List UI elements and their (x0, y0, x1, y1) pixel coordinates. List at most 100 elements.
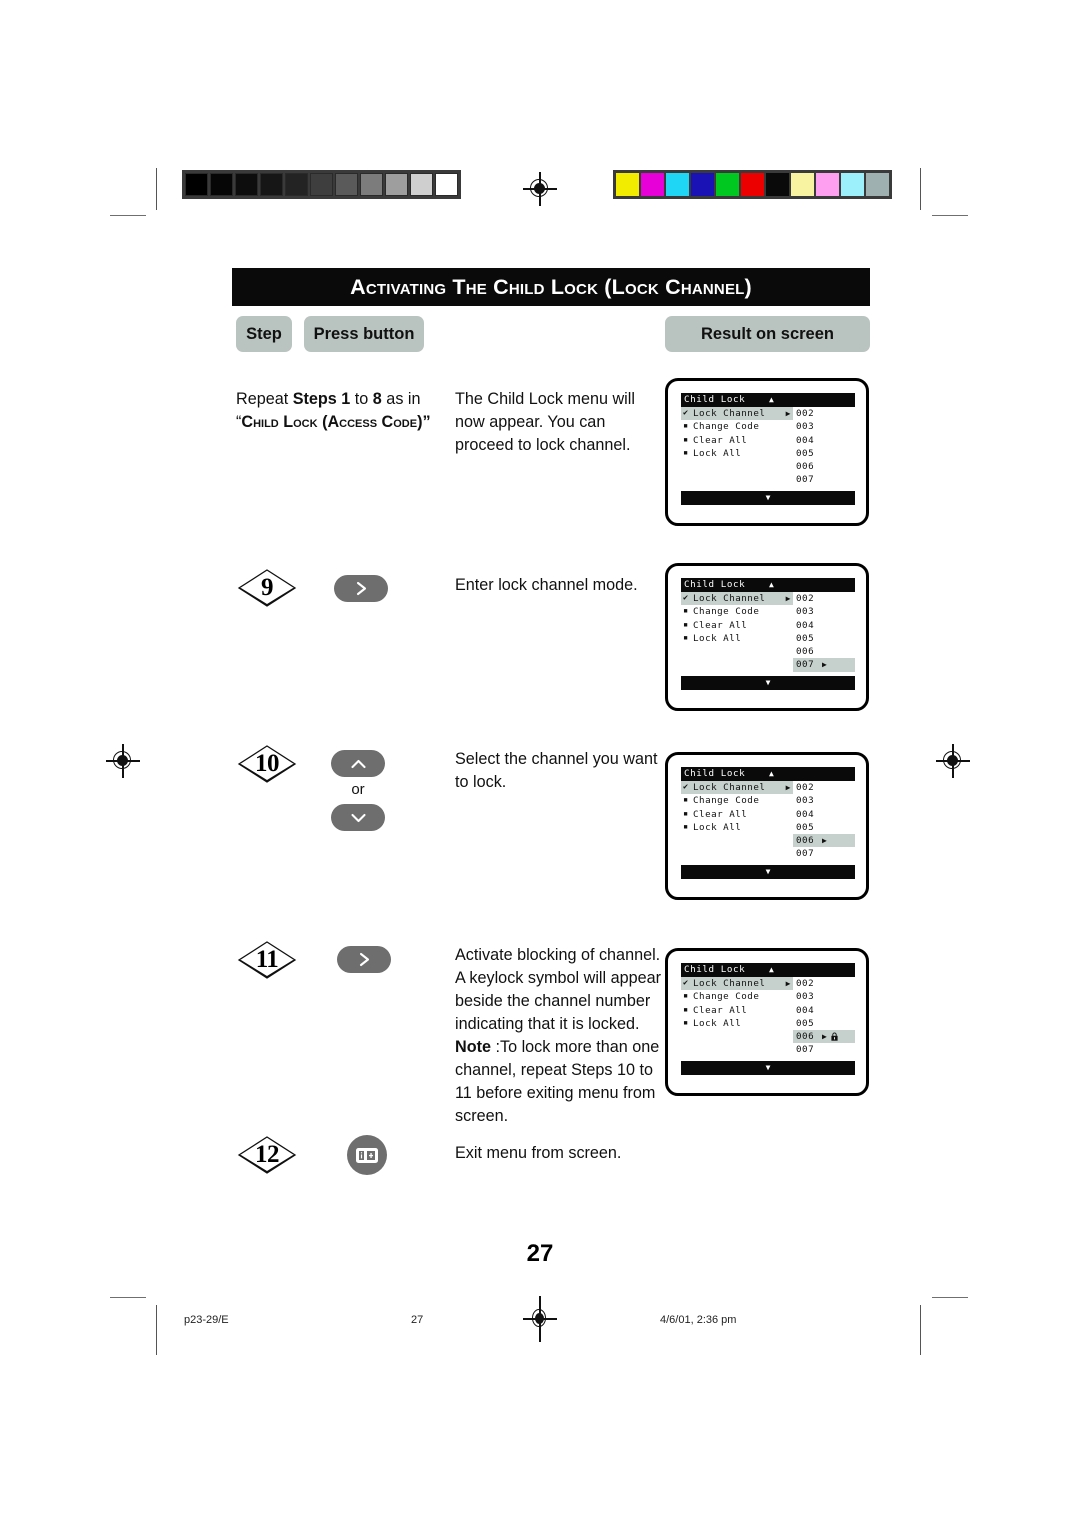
column-header-press-button: Press button (304, 316, 424, 352)
crop-mark-bottom-right (932, 1297, 968, 1298)
osd-channel-column: 002 003 004 005 006 007 (793, 407, 855, 487)
osd-menu-item-1[interactable]: ▪ Change Code (681, 420, 793, 433)
osd-menu-item-2[interactable]: ▪ Clear All (681, 434, 793, 447)
osd-menu-item-0[interactable]: ✔ Lock Channel ▶ (681, 977, 793, 991)
osd-menu-item-1[interactable]: ▪ Change Code (681, 605, 793, 618)
button-chevron-down-step10[interactable] (331, 804, 385, 831)
osd-channel-item-3[interactable]: 005 (793, 632, 855, 645)
osd-channel-item-1[interactable]: 003 (793, 420, 855, 433)
registration-mark-left (106, 744, 140, 778)
gray-swatch-1 (210, 173, 233, 196)
osd-menu-item-1[interactable]: ▪ Change Code (681, 794, 793, 807)
osd-channel-item-2[interactable]: 004 (793, 434, 855, 447)
osd-channel-item-2[interactable]: 004 (793, 619, 855, 632)
osd-menu-item-3[interactable]: ▪ Lock All (681, 632, 793, 645)
osd-menu-item-3[interactable]: ▪ Lock All (681, 1017, 793, 1030)
chevron-right-icon (359, 952, 369, 967)
osd-channel-item-0[interactable]: 002 (793, 407, 855, 420)
osd-title-text: Child Lock (684, 964, 746, 976)
osd-channel-item-5[interactable]: 007 (793, 1043, 855, 1056)
osd-channel-item-3[interactable]: 005 (793, 447, 855, 460)
step-badge-12: 12 (236, 1135, 298, 1175)
osd-channel-item-3[interactable]: 005 (793, 1017, 855, 1030)
osd-channel-number: 002 (796, 593, 815, 604)
osd-title-bar: Child Lock ▲ (681, 578, 855, 592)
color-swatch-7 (791, 173, 814, 196)
gray-swatch-5 (310, 173, 333, 196)
row-3-note-label: Note (455, 1038, 491, 1056)
page-title-bar: Activating the Child Lock (Lock Channel) (232, 268, 870, 306)
step-number-9: 9 (261, 574, 274, 601)
osd-menu-item-2[interactable]: ▪ Clear All (681, 619, 793, 632)
gray-swatch-10 (435, 173, 458, 196)
osd-channel-item-5[interactable]: 007 (793, 473, 855, 486)
osd-channel-item-4[interactable]: 006 (793, 460, 855, 473)
osd-menu-item-3[interactable]: ▪ Lock All (681, 447, 793, 460)
bullet-icon: ▪ (683, 795, 689, 806)
osd-menu-item-0[interactable]: ✔ Lock Channel ▶ (681, 781, 793, 795)
bullet-icon: ▪ (683, 1004, 689, 1015)
osd-menu-item-0[interactable]: ✔ Lock Channel ▶ (681, 407, 793, 421)
bullet-icon: ▪ (683, 991, 689, 1002)
button-menu-exit-step12[interactable] (347, 1135, 387, 1175)
osd-title-text: Child Lock (684, 394, 746, 406)
osd-channel-number: 006 (796, 646, 815, 658)
color-swatch-0 (616, 173, 639, 196)
check-icon: ✔ (683, 782, 689, 792)
osd-channel-item-3[interactable]: 005 (793, 821, 855, 834)
gray-swatch-4 (285, 173, 308, 196)
row-3-osd: Child Lock ▲ ✔ Lock Channel ▶ ▪ Change Code ▪ Cl… (681, 963, 855, 1075)
gray-swatch-2 (235, 173, 258, 196)
check-icon: ✔ (683, 593, 689, 603)
row-3-tv-screen: Child Lock ▲ ✔ Lock Channel ▶ ▪ Change Code ▪ Cl… (665, 948, 869, 1096)
osd-channel-item-2[interactable]: 004 (793, 1004, 855, 1017)
osd-menu-item-0[interactable]: ✔ Lock Channel ▶ (681, 592, 793, 606)
padlock-icon (831, 1032, 838, 1042)
step-number-10: 10 (255, 750, 280, 777)
chevron-down-icon (350, 813, 366, 822)
page-title: Activating the Child Lock (Lock Channel) (350, 274, 752, 299)
registration-mark-bottom-center (523, 1296, 557, 1342)
row-3-description: Activate blocking of channel. A keylock … (455, 944, 667, 1128)
osd-channel-item-4[interactable]: 006 (793, 645, 855, 658)
osd-channel-column: 002 003 004 005 006 ▶ 007 (793, 977, 855, 1057)
osd-menu-item-2[interactable]: ▪ Clear All (681, 1004, 793, 1017)
osd-title-text: Child Lock (684, 768, 746, 780)
osd-channel-number: 005 (796, 447, 815, 459)
osd-channel-item-5[interactable]: 007 ▶ (793, 658, 855, 672)
button-or-label: or (351, 781, 365, 798)
osd-channel-item-2[interactable]: 004 (793, 808, 855, 821)
osd-channel-item-0[interactable]: 002 (793, 592, 855, 605)
arrow-right-icon: ▶ (785, 979, 791, 988)
osd-channel-item-1[interactable]: 003 (793, 990, 855, 1003)
column-header-result: Result on screen (665, 316, 870, 352)
row-0-osd: Child Lock ▲ ✔ Lock Channel ▶ ▪ Change Code ▪ Cl… (681, 393, 855, 505)
button-chevron-right-step9[interactable] (334, 575, 388, 602)
osd-scroll-down-icon: ▼ (765, 1063, 771, 1073)
osd-channel-item-1[interactable]: 003 (793, 605, 855, 618)
osd-channel-item-4[interactable]: 006 ▶ (793, 834, 855, 848)
osd-channel-number: 006 (796, 835, 815, 847)
row-3-description-text: Activate blocking of channel. A keylock … (455, 946, 662, 1033)
osd-channel-number: 005 (796, 632, 815, 644)
osd-channel-item-1[interactable]: 003 (793, 794, 855, 807)
osd-channel-item-0[interactable]: 002 (793, 781, 855, 794)
osd-menu-item-3[interactable]: ▪ Lock All (681, 821, 793, 834)
osd-channel-number: 006 (796, 461, 815, 473)
left-crop-rule-top (156, 168, 157, 210)
osd-channel-item-5[interactable]: 007 (793, 847, 855, 860)
osd-channel-item-4[interactable]: 006 ▶ (793, 1030, 855, 1044)
button-chevron-right-step11[interactable] (337, 946, 391, 973)
osd-menu-item-2[interactable]: ▪ Clear All (681, 808, 793, 821)
button-chevron-up-step10[interactable] (331, 750, 385, 777)
crop-mark-bottom-left (110, 1297, 146, 1298)
bullet-icon: ▪ (683, 619, 689, 630)
row-1-tv-screen: Child Lock ▲ ✔ Lock Channel ▶ ▪ Change Code ▪ Cl… (665, 563, 869, 711)
registration-mark-top-center (523, 172, 557, 206)
osd-channel-item-0[interactable]: 002 (793, 977, 855, 990)
osd-channel-number: 007 (796, 659, 815, 671)
osd-menu-item-1[interactable]: ▪ Change Code (681, 990, 793, 1003)
osd-menu-item-label: Lock Channel (693, 408, 766, 419)
osd-channel-number: 004 (796, 1004, 815, 1016)
color-swatch-5 (741, 173, 764, 196)
